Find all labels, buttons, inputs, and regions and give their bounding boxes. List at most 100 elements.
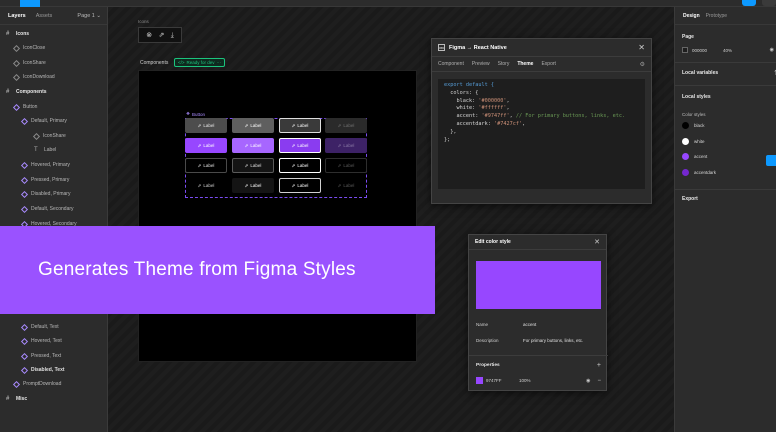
color-style-item[interactable]: white: [682, 136, 705, 146]
theme-code-view[interactable]: export default { colors: { black: '#0000…: [438, 79, 645, 189]
edit-style-title: Edit color style: [475, 239, 511, 245]
layer-item[interactable]: Default, Primary: [20, 116, 67, 126]
button-variant[interactable]: ⇗ Label: [185, 118, 227, 133]
button-variant[interactable]: ⇗ Label: [325, 178, 367, 193]
color-style-item[interactable]: black: [682, 120, 705, 130]
tab-assets[interactable]: Assets: [36, 13, 53, 19]
layer-item[interactable]: Disabled, Primary: [20, 189, 70, 199]
tab-design[interactable]: Design: [683, 13, 700, 19]
name-field[interactable]: accent: [523, 322, 536, 327]
download-icon[interactable]: ⤓: [171, 32, 174, 39]
ready-for-dev-badge[interactable]: </> Ready for dev ···: [174, 58, 226, 67]
tab-prototype[interactable]: Prototype: [706, 13, 727, 19]
code-line: colors: {: [444, 89, 479, 96]
button-variant[interactable]: ⇗ Label: [279, 158, 321, 173]
tab-component[interactable]: Component: [438, 61, 464, 67]
plugin-logo-icon: RN: [438, 44, 445, 51]
layer-section[interactable]: # Misc: [6, 394, 27, 404]
page-color-hex[interactable]: 000000: [692, 48, 707, 53]
components-frame[interactable]: [138, 70, 417, 362]
page-opacity[interactable]: 40%: [723, 48, 732, 53]
visibility-eye-icon[interactable]: ◉: [770, 47, 774, 53]
color-style-item[interactable]: accentdark: [682, 167, 716, 177]
share-icon: ⇗: [337, 182, 342, 188]
color-style-item[interactable]: accent: [682, 151, 707, 161]
color-style-swatch: [682, 152, 689, 160]
visibility-eye-icon[interactable]: ◉: [586, 378, 590, 384]
text-layer-icon: T: [34, 146, 38, 153]
main-menu-button[interactable]: [20, 0, 40, 7]
add-property-icon[interactable]: +: [597, 362, 601, 369]
icons-frame[interactable]: ⊗ ⇗ ⤓: [138, 27, 182, 43]
layer-item[interactable]: T Label: [34, 145, 56, 155]
style-name-row: Name accent: [476, 319, 601, 329]
layer-item[interactable]: Hovered, Primary: [20, 160, 70, 170]
icons-frame-label[interactable]: Icons: [138, 19, 149, 24]
close-icon[interactable]: ✕: [594, 238, 600, 246]
layer-item[interactable]: Default, Text: [20, 322, 59, 332]
close-icon[interactable]: ✕: [638, 43, 645, 52]
button-set-label[interactable]: ❖ Button: [186, 111, 205, 117]
button-variant[interactable]: ⇗ Label: [279, 138, 321, 153]
plugin-header: RN Figma → React Native ✕: [432, 39, 651, 57]
button-variant[interactable]: ⇗ Label: [325, 158, 367, 173]
button-variant-label: Label: [297, 143, 309, 148]
color-style-swatch: [682, 121, 689, 129]
layer-section[interactable]: # Icons: [6, 29, 29, 39]
layer-label: IconClose: [23, 45, 46, 51]
page-color-swatch[interactable]: [682, 47, 688, 53]
component-icon: [12, 59, 21, 67]
settings-icon[interactable]: ⚙: [640, 61, 645, 68]
edit-style-button[interactable]: [766, 155, 776, 166]
pages-dropdown[interactable]: Page 1 ⌄: [77, 13, 101, 19]
button-variant[interactable]: ⇗ Label: [232, 138, 274, 153]
color-preview-swatch[interactable]: [476, 261, 601, 309]
button-variant[interactable]: ⇗ Label: [232, 158, 274, 173]
button-variant[interactable]: ⇗ Label: [232, 178, 274, 193]
layer-item[interactable]: Hovered, Text: [20, 336, 62, 346]
tab-layers[interactable]: Layers: [8, 13, 26, 19]
fill-swatch[interactable]: [476, 377, 483, 384]
top-toolbar: [0, 0, 776, 7]
layer-item[interactable]: IconDownload: [12, 72, 55, 82]
component-icon: [20, 323, 29, 331]
button-variant[interactable]: ⇗ Label: [232, 118, 274, 133]
button-variant[interactable]: ⇗ Label: [185, 138, 227, 153]
remove-fill-icon[interactable]: −: [597, 378, 601, 384]
close-icon[interactable]: ⊗: [146, 32, 152, 39]
components-frame-label[interactable]: Components: [140, 60, 168, 66]
tab-theme[interactable]: Theme: [517, 61, 533, 67]
layer-item[interactable]: Pressed, Text: [20, 351, 61, 361]
layer-item[interactable]: Pressed, Primary: [20, 175, 69, 185]
layer-item[interactable]: PromptDownload: [12, 379, 61, 389]
share-icon: ⇗: [244, 182, 249, 188]
fill-hex-input[interactable]: 9747FF: [486, 378, 516, 383]
layer-section[interactable]: # Components: [6, 87, 47, 97]
layer-item[interactable]: IconClose: [12, 43, 46, 53]
component-icon: [20, 190, 29, 198]
tab-export[interactable]: Export: [541, 61, 555, 67]
layer-item[interactable]: Button: [12, 102, 37, 112]
layer-item[interactable]: IconShare: [32, 131, 66, 141]
button-variant[interactable]: ⇗ Label: [279, 118, 321, 133]
layer-item[interactable]: Default, Secondary: [20, 204, 74, 214]
share-button[interactable]: [742, 0, 756, 6]
layer-item[interactable]: Disabled, Text: [20, 365, 65, 375]
tab-story[interactable]: Story: [498, 61, 510, 67]
share-icon: ⇗: [337, 122, 342, 128]
button-variant[interactable]: ⇗ Label: [185, 158, 227, 173]
local-variables-row[interactable]: Local variables ⇅: [682, 70, 776, 77]
layer-item[interactable]: IconShare: [12, 58, 46, 68]
button-variant[interactable]: ⇗ Label: [325, 118, 367, 133]
button-variant-label: Label: [297, 123, 309, 128]
tab-preview[interactable]: Preview: [472, 61, 490, 67]
present-button[interactable]: [762, 0, 776, 6]
button-variant-label: Label: [343, 123, 355, 128]
button-variant[interactable]: ⇗ Label: [279, 178, 321, 193]
share-icon[interactable]: ⇗: [158, 32, 164, 39]
description-field[interactable]: For primary buttons, links, etc.: [523, 338, 583, 343]
fill-opacity-input[interactable]: 100%: [519, 378, 531, 383]
button-set-name: Button: [192, 111, 206, 117]
button-variant[interactable]: ⇗ Label: [185, 178, 227, 193]
button-variant[interactable]: ⇗ Label: [325, 138, 367, 153]
